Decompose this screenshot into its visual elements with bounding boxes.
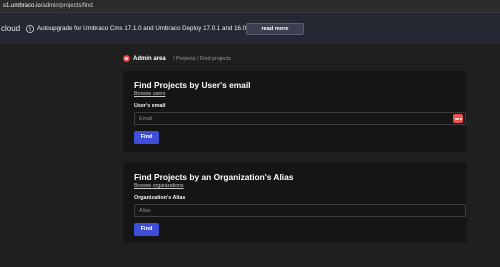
url-path: /admin/projects/find	[40, 3, 93, 9]
info-circle-icon	[26, 25, 34, 33]
breadcrumb-path[interactable]: / Projects / Find projects	[173, 54, 231, 64]
browse-users-link[interactable]: Browse users	[134, 91, 165, 98]
find-by-email-card: Find Projects by User's email Browse use…	[123, 70, 467, 153]
read-more-button[interactable]: read more	[246, 23, 304, 35]
top-header: cloud Autoupgrade for Umbraco Cms 17.1.0…	[0, 13, 500, 44]
admin-shield-icon	[123, 55, 130, 62]
brand-logo-text[interactable]: cloud	[1, 24, 20, 34]
card-title: Find Projects by User's email	[134, 80, 251, 90]
url-host: s1.umbraco.io	[3, 3, 41, 9]
password-manager-icon[interactable]	[453, 114, 463, 123]
find-by-alias-card: Find Projects by an Organization's Alias…	[123, 162, 467, 243]
breadcrumb-admin-area[interactable]: Admin area	[133, 54, 166, 64]
announcement-banner: Autoupgrade for Umbraco Cms 17.1.0 and U…	[26, 23, 304, 35]
email-field[interactable]	[134, 112, 466, 125]
alias-field-label: Organization's Alias	[134, 195, 186, 201]
email-field-label: User's email	[134, 103, 166, 109]
browser-address-bar[interactable]: s1.umbraco.io/admin/projects/find	[0, 0, 500, 13]
find-by-email-button[interactable]: Find	[134, 131, 159, 144]
alias-field[interactable]	[134, 204, 466, 217]
browse-organizations-link[interactable]: Browse organizations	[134, 183, 184, 190]
find-by-alias-button[interactable]: Find	[134, 223, 159, 236]
card-title: Find Projects by an Organization's Alias	[134, 172, 294, 182]
url-text[interactable]: s1.umbraco.io/admin/projects/find	[3, 2, 93, 10]
